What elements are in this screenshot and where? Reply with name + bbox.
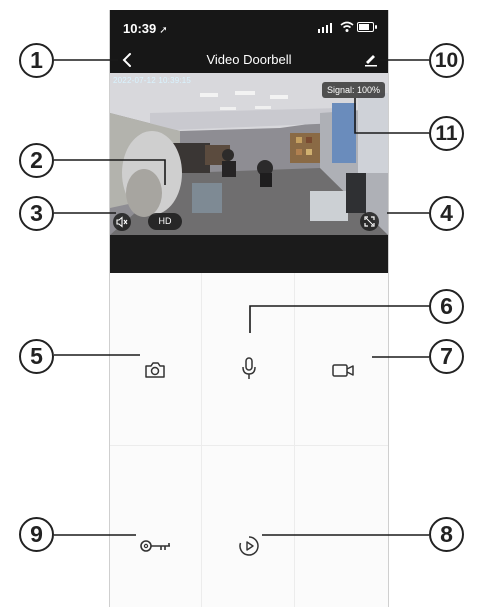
fullscreen-button[interactable]	[360, 212, 379, 231]
control-grid	[110, 273, 388, 607]
callout-9: 9	[19, 517, 54, 552]
battery-icon	[357, 22, 374, 32]
talk-button[interactable]	[234, 353, 264, 383]
video-camera-icon	[332, 364, 354, 377]
signal-strength-badge: Signal: 100%	[321, 82, 385, 98]
grid-divider	[110, 445, 388, 446]
record-button[interactable]	[328, 355, 358, 385]
status-time-text: 10:39	[123, 21, 157, 36]
status-icons	[318, 21, 377, 35]
microphone-icon	[242, 357, 256, 379]
live-video-feed[interactable]: 2022-07-12 10:39:15 Signal: 100% HD	[110, 73, 388, 235]
unlock-button[interactable]	[137, 531, 173, 561]
mute-button[interactable]	[113, 213, 131, 231]
callout-1: 1	[19, 43, 54, 78]
video-bottom-bar	[110, 235, 388, 273]
callout-4: 4	[429, 196, 464, 231]
camera-icon	[145, 362, 165, 378]
video-quality-button[interactable]: HD	[148, 213, 182, 230]
callout-6: 6	[429, 289, 464, 324]
page-title: Video Doorbell	[206, 52, 292, 67]
status-time: 10:39 ➚	[123, 21, 168, 36]
battery-tip	[375, 25, 377, 29]
callout-3: 3	[19, 196, 54, 231]
callout-10: 10	[429, 43, 464, 78]
callout-5: 5	[19, 339, 54, 374]
pencil-icon	[365, 55, 377, 67]
callout-11: 11	[429, 116, 464, 151]
key-icon	[140, 540, 170, 552]
callout-8: 8	[429, 517, 464, 552]
wifi-icon	[340, 21, 354, 32]
playback-button[interactable]	[234, 531, 264, 561]
location-arrow-icon: ➚	[159, 25, 168, 36]
speaker-muted-icon	[116, 216, 128, 228]
callout-7: 7	[429, 339, 464, 374]
callout-2: 2	[19, 143, 54, 178]
video-timestamp: 2022-07-12 10:39:15	[113, 76, 192, 85]
phone-screen: 10:39 ➚ Video Doorbell 2022-07-12 10:39:…	[109, 10, 389, 607]
grid-divider	[294, 273, 295, 607]
edit-button[interactable]	[363, 51, 379, 67]
top-bar: 10:39 ➚ Video Doorbell	[110, 10, 388, 73]
play-circle-icon	[239, 536, 259, 556]
fullscreen-icon	[364, 216, 375, 227]
grid-divider	[201, 273, 202, 607]
snapshot-button[interactable]	[140, 355, 170, 385]
